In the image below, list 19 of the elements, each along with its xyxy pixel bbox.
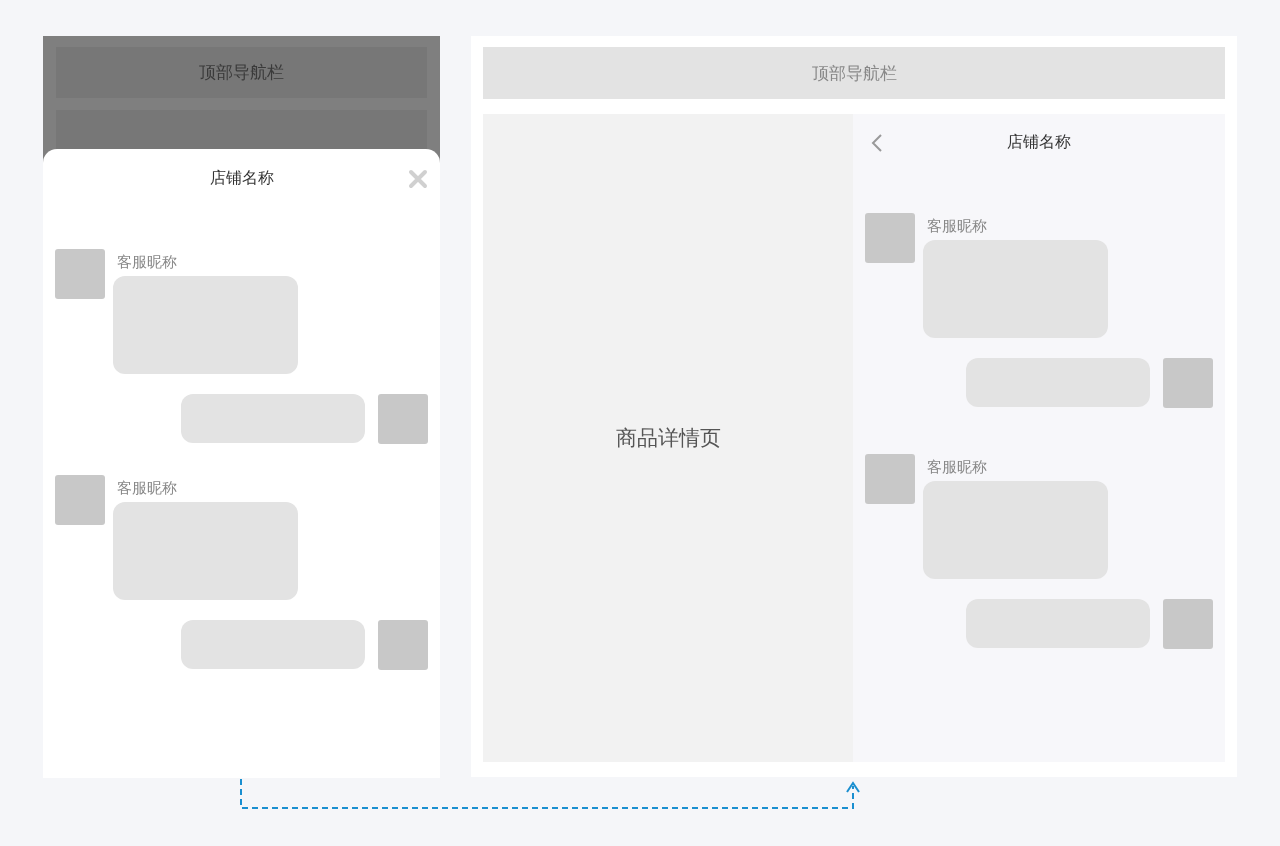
agent-nickname: 客服昵称 [926, 216, 988, 236]
chat-title: 店铺名称 [1007, 131, 1071, 153]
close-icon[interactable] [408, 169, 428, 189]
top-nav-bar: 顶部导航栏 [483, 47, 1225, 99]
avatar [1163, 599, 1213, 649]
avatar [865, 213, 915, 263]
back-icon[interactable] [871, 133, 883, 153]
avatar [378, 620, 428, 670]
agent-nickname: 客服昵称 [116, 252, 178, 272]
avatar [1163, 358, 1213, 408]
avatar [378, 394, 428, 444]
sheet-title: 店铺名称 [209, 167, 274, 189]
avatar [55, 475, 105, 525]
agent-nickname: 客服昵称 [926, 457, 988, 477]
avatar [865, 454, 915, 504]
detail-page-label: 商品详情页 [615, 425, 721, 452]
top-nav-bar: 顶部导航栏 [56, 47, 427, 98]
avatar [55, 249, 105, 299]
agent-nickname: 客服昵称 [116, 478, 178, 498]
